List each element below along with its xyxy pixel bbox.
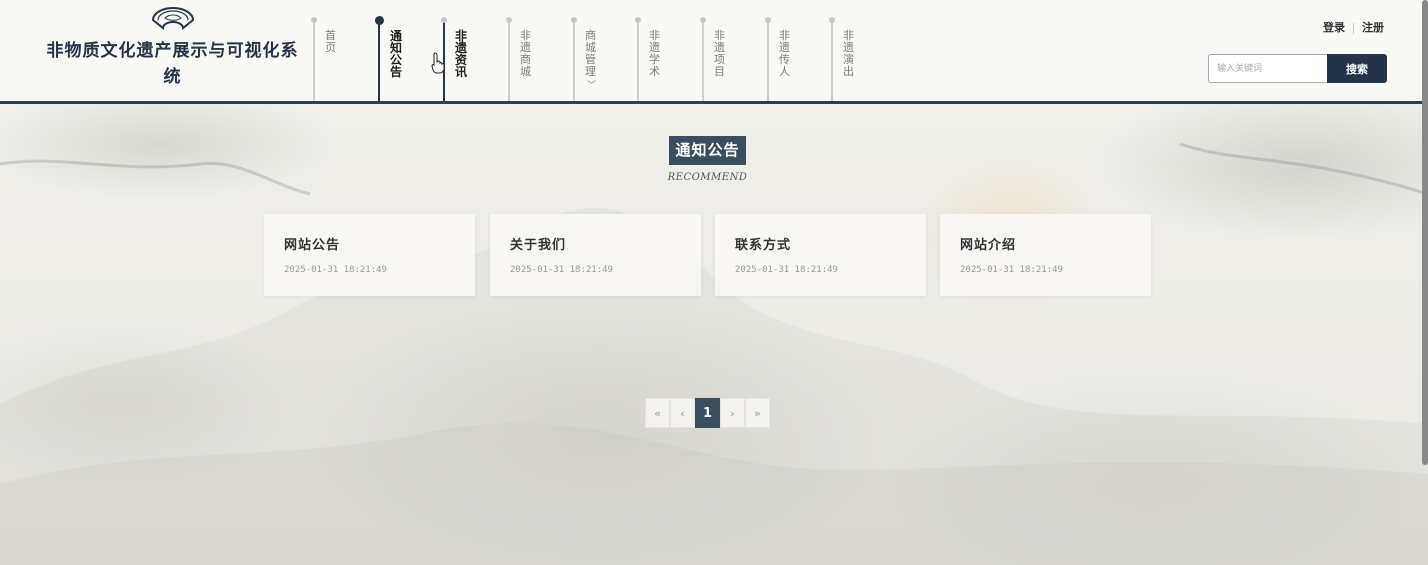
nav-dot [506, 17, 512, 23]
site-title: 非物质文化遗产展示与可视化系统 [46, 41, 299, 87]
nav-item-mall-admin[interactable]: 商城管理 ﹀ [571, 0, 633, 101]
site-header: 非物质文化遗产展示与可视化系统 首页 通知公告 非遗资讯 非遗商城 商城管理 ﹀ [0, 0, 1428, 104]
auth-divider [1353, 22, 1354, 34]
nav-dot-active [375, 16, 384, 25]
section-subtitle: RECOMMEND [667, 172, 748, 183]
notice-card-title: 网站介绍 [960, 238, 1017, 253]
login-link[interactable]: 登录 [1323, 21, 1345, 34]
nav-item-news[interactable]: 非遗资讯 [441, 0, 503, 101]
nav-divider [767, 20, 769, 101]
nav-divider [702, 20, 704, 101]
notice-card-title: 联系方式 [735, 238, 792, 253]
nav-item-label: 非遗学术 [649, 29, 660, 78]
notice-card-date: 2025-01-31 18:21:49 [284, 265, 387, 275]
notice-card-date: 2025-01-31 18:21:49 [510, 265, 613, 275]
nav-item-performances[interactable]: 非遗演出 [829, 0, 891, 101]
nav-divider [831, 20, 833, 101]
auth-links: 登录 注册 [1323, 19, 1384, 35]
page-scrollbar[interactable] [1422, 0, 1428, 465]
nav-item-projects[interactable]: 非遗项目 [700, 0, 762, 101]
nav-divider [313, 20, 315, 101]
notice-card[interactable]: 网站公告 2025-01-31 18:21:49 [264, 214, 475, 296]
nav-dot [311, 17, 317, 23]
nav-divider [573, 20, 575, 101]
nav-item-inheritors[interactable]: 非遗传人 [765, 0, 827, 101]
nav-dot [571, 17, 577, 23]
site-logo[interactable]: 非物质文化遗产展示与可视化系统 [40, 6, 305, 90]
search-box: 搜索 [1208, 54, 1387, 83]
search-input[interactable] [1208, 54, 1327, 83]
hand-cursor-icon [431, 52, 445, 74]
nav-divider [378, 20, 380, 101]
nav-dot [829, 17, 835, 23]
notice-card[interactable]: 联系方式 2025-01-31 18:21:49 [715, 214, 926, 296]
nav-item-home[interactable]: 首页 [311, 0, 373, 101]
notice-card[interactable]: 网站介绍 2025-01-31 18:21:49 [940, 214, 1151, 296]
register-link[interactable]: 注册 [1362, 21, 1384, 34]
section-title: 通知公告 [669, 136, 746, 165]
nav-item-label: 首页 [325, 29, 336, 54]
nav-dot [765, 17, 771, 23]
nav-item-academic[interactable]: 非遗学术 [635, 0, 697, 101]
fan-logo-icon [151, 7, 194, 31]
nav-divider [508, 20, 510, 101]
notice-card[interactable]: 关于我们 2025-01-31 18:21:49 [490, 214, 701, 296]
prev-page-button[interactable]: ‹ [670, 398, 695, 428]
notice-card-date: 2025-01-31 18:21:49 [735, 265, 838, 275]
first-page-button[interactable]: « [645, 398, 670, 428]
notice-card-title: 关于我们 [510, 238, 567, 253]
nav-item-label: 非遗商城 [520, 29, 531, 78]
nav-dot [441, 17, 447, 23]
nav-item-label: 非遗传人 [779, 29, 790, 78]
nav-item-label: 商城管理 [585, 29, 596, 78]
nav-item-label: 非遗演出 [843, 29, 854, 78]
chevron-down-icon: ﹀ [587, 81, 597, 91]
nav-dot [635, 17, 641, 23]
nav-divider [637, 20, 639, 101]
notice-card-date: 2025-01-31 18:21:49 [960, 265, 1063, 275]
notice-card-title: 网站公告 [284, 238, 341, 253]
search-button[interactable]: 搜索 [1327, 54, 1387, 83]
nav-item-notices[interactable]: 通知公告 [375, 0, 438, 101]
last-page-button[interactable]: » [745, 398, 770, 428]
nav-item-label: 非遗项目 [714, 29, 725, 78]
page-1-button[interactable]: 1 [695, 398, 720, 428]
nav-item-label: 非遗资讯 [455, 29, 468, 79]
nav-dot [700, 17, 706, 23]
nav-item-label: 通知公告 [390, 29, 403, 79]
nav-item-mall[interactable]: 非遗商城 [506, 0, 568, 101]
next-page-button[interactable]: › [720, 398, 745, 428]
